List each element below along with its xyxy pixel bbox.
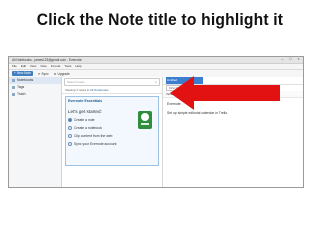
sidebar-item-label: Trash xyxy=(17,92,26,96)
menu-view[interactable]: View xyxy=(30,64,36,69)
new-note-button[interactable]: + New Note xyxy=(12,71,33,76)
checklist-label: Create a notebook xyxy=(74,126,102,130)
title-bar: All Notebooks - james123@gmail.com - Eve… xyxy=(9,57,303,64)
checkbox-icon xyxy=(68,134,72,138)
upgrade-label: Upgrade xyxy=(57,71,70,76)
minimize-icon[interactable]: – xyxy=(280,57,285,62)
plus-icon: + xyxy=(14,71,16,75)
checklist-label: Create a note xyxy=(74,118,95,122)
sync-label: Sync xyxy=(41,71,49,76)
sidebar-item-tags[interactable]: Tags xyxy=(9,84,61,91)
search-input[interactable]: Search notes ⌕ xyxy=(64,78,160,86)
upgrade-button[interactable]: ★ Upgrade xyxy=(54,72,70,76)
trash-icon xyxy=(12,93,15,96)
checklist-item[interactable]: Clip content from the web xyxy=(68,134,156,138)
search-icon[interactable]: ⌕ xyxy=(155,79,157,85)
maximize-icon[interactable]: □ xyxy=(288,57,293,62)
sync-button[interactable]: ⟳ Sync xyxy=(38,72,49,76)
checklist-label: Sync your Evernote account xyxy=(74,142,117,146)
sync-icon: ⟳ xyxy=(37,71,41,76)
checkbox-icon xyxy=(68,126,72,130)
checklist-label: Clip content from the web xyxy=(74,134,113,138)
notebook-icon xyxy=(12,79,15,82)
window-title: All Notebooks - james123@gmail.com - Eve… xyxy=(12,58,82,62)
instruction-caption: Click the Note title to highlight it xyxy=(36,10,284,29)
menu-file[interactable]: File xyxy=(12,64,17,69)
note-list-panel: Search notes ⌕ Viewing 1 notes in All No… xyxy=(62,77,163,187)
note-card-title: Evernote Essentials xyxy=(68,99,103,103)
body-line: Set up simple editorial calendar in Trel… xyxy=(167,111,229,115)
menu-format[interactable]: Format xyxy=(51,64,61,69)
menu-edit[interactable]: Edit xyxy=(21,64,26,69)
search-placeholder: Search notes xyxy=(67,80,85,84)
filter-prefix: Viewing 1 notes in xyxy=(65,88,90,92)
new-note-label: New Note xyxy=(16,71,31,75)
sidebar-item-trash[interactable]: Trash xyxy=(9,91,61,98)
note-filter-bar: Viewing 1 notes in All Notebooks xyxy=(62,87,162,94)
sidebar-item-notebooks[interactable]: Notebooks xyxy=(9,77,61,84)
menu-note[interactable]: Note xyxy=(40,64,46,69)
upgrade-icon: ★ xyxy=(53,71,57,76)
menu-tools[interactable]: Tools xyxy=(64,64,71,69)
sidebar: Notebooks Tags Trash xyxy=(9,77,62,187)
checkbox-icon xyxy=(68,118,72,122)
notebook-filter-dropdown[interactable]: All Notebooks xyxy=(90,88,109,92)
checklist-item[interactable]: Sync your Evernote account xyxy=(68,142,156,146)
menu-help[interactable]: Help xyxy=(75,64,81,69)
sidebar-item-label: Notebooks xyxy=(17,78,34,82)
close-icon[interactable]: × xyxy=(296,57,301,62)
note-card[interactable]: Evernote Essentials Let's get started: C… xyxy=(65,96,159,166)
red-arrow-icon xyxy=(170,76,280,110)
sidebar-item-label: Tags xyxy=(17,85,25,89)
tag-icon xyxy=(12,86,15,89)
elephant-illustration-icon xyxy=(138,111,152,129)
checkbox-icon xyxy=(68,142,72,146)
